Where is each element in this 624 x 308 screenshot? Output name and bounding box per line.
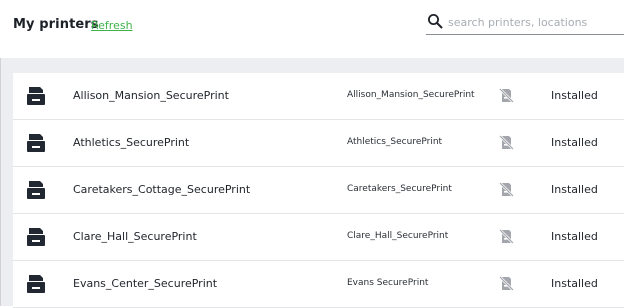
page-header: My printers Refresh [0, 0, 624, 58]
printer-location: Caretakers_SecurePrint [347, 184, 452, 194]
printer-icon [27, 275, 45, 293]
printer-location: Athletics_SecurePrint [347, 137, 443, 147]
printer-location: Evans SecurePrint [347, 278, 429, 288]
printer-list: Allison_Mansion_SecurePrint Allison_Mans… [13, 73, 624, 308]
search-bar [426, 10, 624, 35]
printer-row[interactable]: Athletics_SecurePrint Athletics_SecurePr… [13, 120, 624, 167]
install-status: Installed [551, 230, 598, 243]
printer-name: Allison_Mansion_SecurePrint [73, 89, 229, 102]
printer-disabled-icon [499, 182, 514, 197]
printer-row[interactable]: Allison_Mansion_SecurePrint Allison_Mans… [13, 73, 624, 120]
printer-icon [27, 228, 45, 246]
printer-name: Clare_Hall_SecurePrint [73, 230, 197, 243]
printer-disabled-icon [499, 276, 514, 291]
install-status: Installed [551, 89, 598, 102]
search-input[interactable] [448, 13, 620, 31]
printer-location: Clare_Hall_SecurePrint [347, 231, 449, 241]
printer-disabled-icon [499, 135, 514, 150]
printer-row[interactable]: Clare_Hall_SecurePrint Clare_Hall_Secure… [13, 214, 624, 261]
install-status: Installed [551, 136, 598, 149]
printer-icon [27, 134, 45, 152]
install-status: Installed [551, 183, 598, 196]
printer-name: Evans_Center_SecurePrint [73, 277, 218, 290]
printer-location: Allison_Mansion_SecurePrint [347, 90, 475, 100]
printer-icon [27, 181, 45, 199]
printer-row[interactable]: Evans_Center_SecurePrint Evans SecurePri… [13, 261, 624, 308]
printer-name: Athletics_SecurePrint [73, 136, 190, 149]
install-status: Installed [551, 277, 598, 290]
printer-row[interactable]: Caretakers_Cottage_SecurePrint Caretaker… [13, 167, 624, 214]
printer-disabled-icon [499, 88, 514, 103]
printer-disabled-icon [499, 229, 514, 244]
search-icon[interactable] [427, 13, 443, 29]
printer-name: Caretakers_Cottage_SecurePrint [73, 183, 251, 196]
refresh-link[interactable]: Refresh [91, 19, 133, 32]
page-title: My printers [13, 17, 99, 32]
printer-icon [27, 87, 45, 105]
